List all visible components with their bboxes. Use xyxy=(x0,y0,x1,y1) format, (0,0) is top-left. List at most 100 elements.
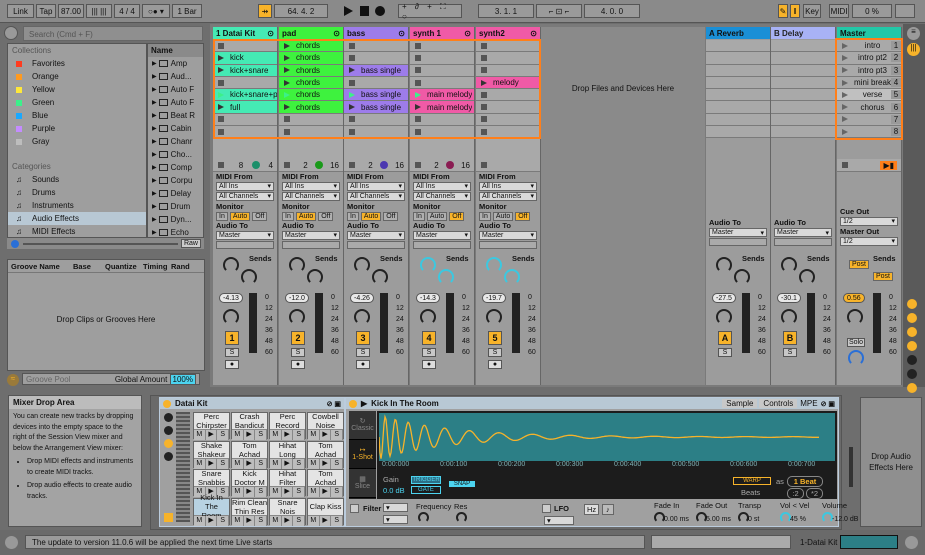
midi-channel-dropdown[interactable]: All Channels ▾ xyxy=(216,191,274,201)
scene[interactable]: chorus 6 xyxy=(837,101,901,114)
clip-launch-icon[interactable] xyxy=(481,79,487,86)
track-header[interactable]: 1 Datai Kit ⊙ xyxy=(213,27,277,39)
level-meter[interactable] xyxy=(315,293,323,353)
mute-button[interactable]: M xyxy=(232,515,244,526)
track-menu-icon[interactable]: ⊙ xyxy=(464,29,471,38)
track-header[interactable]: synth2 ⊙ xyxy=(476,27,540,39)
expand-icon[interactable]: ▶ xyxy=(152,86,157,93)
lfo-shape-dropdown[interactable]: ▾ xyxy=(544,516,574,525)
scene[interactable]: intro pt2 2 xyxy=(837,52,901,65)
clip-launch-icon[interactable] xyxy=(218,104,224,111)
send-a-knob[interactable] xyxy=(223,257,239,273)
collection-purple[interactable]: Purple xyxy=(8,122,146,135)
clip-launch-icon[interactable] xyxy=(284,91,290,98)
clip[interactable]: bass single xyxy=(344,64,408,77)
arm-button[interactable]: ● xyxy=(356,360,370,369)
solo-button[interactable]: S xyxy=(718,348,732,357)
clip-slot[interactable] xyxy=(476,113,540,127)
audio-to-channel[interactable] xyxy=(216,240,274,249)
key-map-button[interactable]: Key xyxy=(803,4,821,18)
info-toggle-icon[interactable] xyxy=(5,536,18,549)
res-knob[interactable] xyxy=(456,512,467,523)
arm-button[interactable]: ● xyxy=(422,360,436,369)
arm-button[interactable]: ● xyxy=(225,360,239,369)
collection-orange[interactable]: Orange xyxy=(8,70,146,83)
scene-launch-icon[interactable] xyxy=(842,116,848,123)
collection-favorites[interactable]: Favorites xyxy=(8,57,146,70)
warp-button[interactable]: WARP xyxy=(733,477,771,485)
preview-play-icon[interactable]: ▶ xyxy=(361,399,367,408)
mute-button[interactable]: M xyxy=(270,458,282,469)
pad-play-icon[interactable]: ▶ xyxy=(281,515,294,526)
drum-pad[interactable]: Rim Clean Thin Res M ▶ S xyxy=(231,497,268,526)
double-button[interactable]: *2 xyxy=(806,488,823,499)
mute-button[interactable]: M xyxy=(194,458,206,469)
pad-play-icon[interactable]: ▶ xyxy=(205,430,218,440)
clip[interactable]: main melody xyxy=(410,101,474,114)
expand-icon[interactable]: ▶ xyxy=(152,73,157,80)
resize-handle[interactable] xyxy=(849,447,853,487)
stop-icon[interactable] xyxy=(481,54,487,61)
expand-icon[interactable]: ▶ xyxy=(152,190,157,197)
clip-slot[interactable] xyxy=(771,40,835,53)
filter-type-dropdown[interactable]: ▾ xyxy=(383,503,408,512)
gain-value[interactable]: 0.0 dB xyxy=(383,486,405,495)
expand-icon[interactable]: ▶ xyxy=(152,177,157,184)
clip-slot[interactable] xyxy=(476,64,540,77)
stop-clips-row[interactable]: 2 16 xyxy=(344,159,408,172)
audio-to-dropdown[interactable]: Master ▾ xyxy=(413,230,471,240)
keyboard-icon[interactable]: ‖ xyxy=(790,4,800,18)
send-b-knob[interactable] xyxy=(372,269,388,285)
browser-item[interactable]: ▶ Cho... xyxy=(148,148,203,161)
stop-clips-icon[interactable] xyxy=(415,162,421,169)
groove-column-header[interactable]: Quantize xyxy=(102,262,140,271)
solo-button[interactable]: S xyxy=(293,458,306,469)
groove-column-header[interactable]: Groove Name xyxy=(8,262,70,271)
clip[interactable]: chords xyxy=(279,64,343,77)
clip[interactable]: bass single xyxy=(344,101,408,114)
monitor-off-button[interactable]: Off xyxy=(252,211,268,221)
mute-button[interactable]: M xyxy=(194,430,206,440)
pad-play-icon[interactable]: ▶ xyxy=(243,458,256,469)
audio-to-dropdown[interactable]: Master ▾ xyxy=(774,228,832,238)
clip[interactable]: chords xyxy=(279,89,343,102)
pan-knob[interactable] xyxy=(847,309,863,325)
volume-field[interactable]: -12.0 xyxy=(285,293,309,303)
midi-channel-dropdown[interactable]: All Channels ▾ xyxy=(413,191,471,201)
tap-button[interactable]: Tap xyxy=(36,4,56,18)
stop-icon[interactable] xyxy=(481,128,487,135)
track-activator-button[interactable]: A xyxy=(718,331,732,345)
solo-button[interactable]: S xyxy=(293,515,306,526)
expand-icon[interactable]: ▶ xyxy=(152,164,157,171)
stop-all-clips-row[interactable]: ▶▮ xyxy=(837,159,901,172)
clip-launch-icon[interactable] xyxy=(284,67,290,74)
level-meter[interactable] xyxy=(446,293,454,353)
solo-button[interactable]: S xyxy=(293,430,306,440)
track-header[interactable]: pad ⊙ xyxy=(279,27,343,39)
level-meter[interactable] xyxy=(807,293,815,353)
frequency-knob[interactable] xyxy=(418,512,429,523)
loop-length[interactable]: 4. 0. 0 xyxy=(584,4,640,18)
drum-pad[interactable]: Snare Nois M ▶ S xyxy=(269,497,306,526)
drum-pad[interactable]: Tom Achad M ▶ S xyxy=(231,440,268,469)
solo-button[interactable]: S xyxy=(291,348,305,357)
midi-from-dropdown[interactable]: All Ins ▾ xyxy=(347,181,405,191)
stop-clips-icon[interactable] xyxy=(284,162,290,169)
stop-clips-row[interactable]: 2 16 xyxy=(279,159,343,172)
midi-map-button[interactable]: MIDI xyxy=(829,4,849,18)
stop-clips-row[interactable] xyxy=(476,159,540,172)
collection-blue[interactable]: Blue xyxy=(8,109,146,122)
clip[interactable]: kick+snare xyxy=(213,64,277,77)
param-volume[interactable]: Volume -12.0 dB xyxy=(822,501,864,526)
clip-slot[interactable] xyxy=(706,101,770,114)
midi-from-dropdown[interactable]: All Ins ▾ xyxy=(479,181,537,191)
midi-from-dropdown[interactable]: All Ins ▾ xyxy=(282,181,340,191)
mixer-toggle-icon[interactable]: ||| xyxy=(907,43,920,56)
param-fade-out[interactable]: Fade Out 5.00 ms xyxy=(696,501,738,526)
category-midi-effects[interactable]: ♫ MIDI Effects xyxy=(8,225,146,238)
monitor-auto-button[interactable]: Auto xyxy=(295,211,317,221)
drum-pad[interactable]: Perc Chirpster M ▶ S xyxy=(193,412,230,440)
category-sounds[interactable]: ♫ Sounds xyxy=(8,173,146,186)
detail-toggle-icon[interactable] xyxy=(905,536,918,549)
mute-button[interactable]: M xyxy=(308,487,320,497)
